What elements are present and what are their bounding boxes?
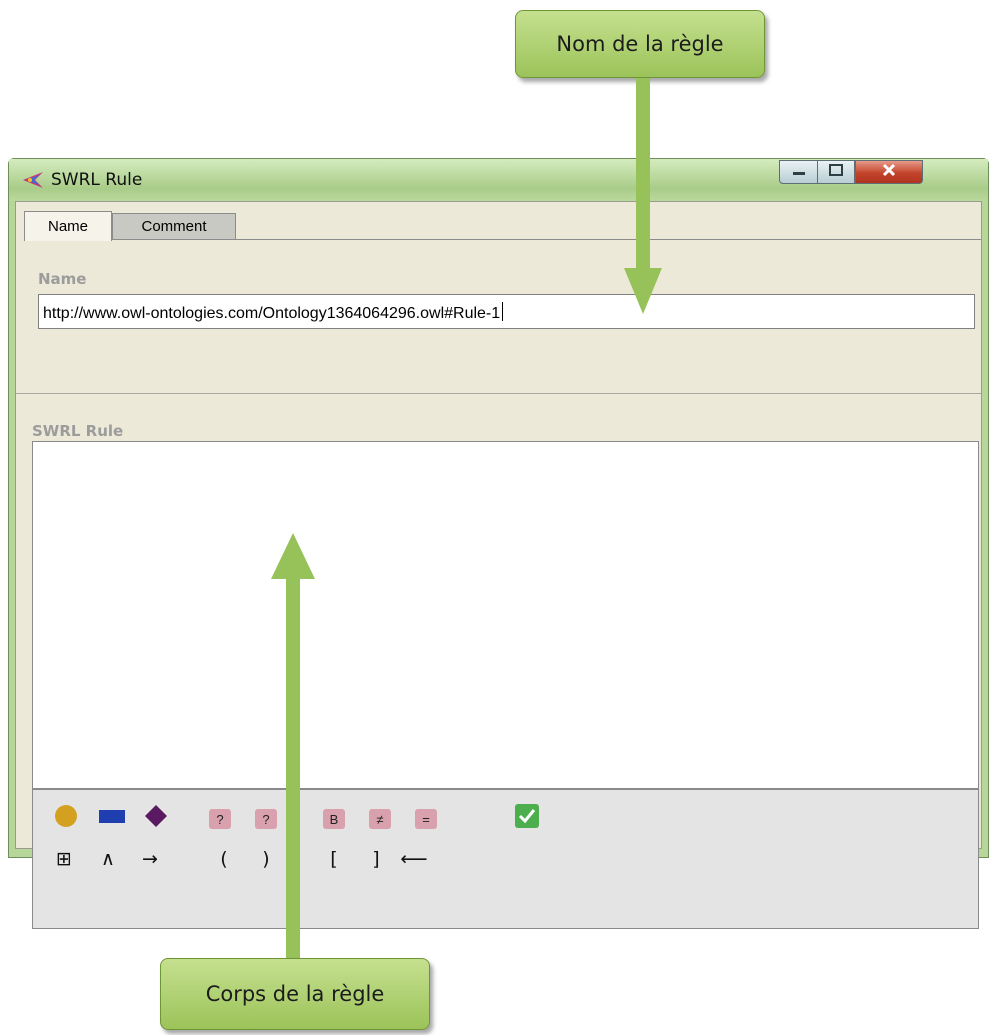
maximize-button[interactable] [817, 160, 855, 184]
open-paren-icon: ( [220, 848, 228, 870]
tab-underline [24, 239, 981, 240]
close-paren-button[interactable]: ) [255, 846, 277, 872]
callout-rule-body-text: Corps de la règle [205, 982, 385, 1006]
and-button[interactable]: ∧ [95, 846, 121, 872]
text-caret [502, 302, 504, 321]
symbol-palette: ? ? B ≠ = ⊞ ∧ → () [] ⟵ [32, 789, 979, 929]
tab-comment[interactable]: Comment [112, 213, 236, 239]
ok-button[interactable] [513, 803, 541, 834]
class-circle-icon [54, 804, 78, 833]
arrow-down-icon [624, 268, 662, 314]
builtin-button[interactable]: B [323, 809, 345, 829]
arrow-shaft-top [636, 78, 650, 270]
implies-icon: → [142, 848, 158, 870]
close-icon [881, 163, 897, 182]
rule-name-value: http://www.owl-ontologies.com/Ontology13… [43, 305, 501, 322]
tab-name[interactable]: Name [24, 211, 112, 241]
callout-rule-body: Corps de la règle [160, 958, 430, 1030]
open-bracket-icon: [ [330, 848, 338, 870]
title-bar[interactable]: SWRL Rule [9, 159, 988, 201]
window-title: SWRL Rule [51, 170, 143, 190]
insert-individual-button[interactable] [141, 804, 171, 833]
open-bracket-button[interactable]: [ [323, 846, 345, 872]
individual-diamond-icon [144, 804, 168, 833]
section-divider [16, 393, 981, 394]
callout-rule-name-text: Nom de la règle [556, 32, 724, 56]
dialog-content: Name Comment Name http://www.owl-ontolog… [15, 201, 982, 929]
maximize-icon [828, 163, 844, 182]
ok-check-icon [514, 803, 540, 834]
swrl-rule-window: SWRL Rule Name Comment Name http://www.o… [8, 158, 989, 929]
rule-name-input[interactable]: http://www.owl-ontologies.com/Ontology13… [38, 294, 975, 329]
and-icon: ∧ [101, 848, 115, 870]
open-paren-button[interactable]: ( [213, 846, 235, 872]
builtin-icon: B [329, 811, 339, 827]
variable-add-icon: ? [262, 811, 270, 827]
swrl-rule-editor[interactable] [32, 441, 979, 789]
close-paren-icon: ) [262, 848, 270, 870]
backspace-button[interactable]: ⟵ [397, 846, 431, 872]
data-range-icon: ⊞ [56, 848, 72, 870]
data-range-button[interactable]: ⊞ [51, 846, 77, 872]
close-bracket-icon: ] [372, 848, 380, 870]
variable-wand-icon: ? [216, 811, 224, 827]
different-from-button[interactable]: ≠ [369, 809, 391, 829]
same-as-button[interactable]: = [415, 809, 437, 829]
same-as-icon: = [422, 811, 430, 827]
implies-button[interactable]: → [137, 846, 163, 872]
property-rectangle-icon [99, 804, 125, 833]
close-bracket-button[interactable]: ] [365, 846, 387, 872]
variable-wand-button[interactable]: ? [209, 809, 231, 829]
minimize-button[interactable] [779, 160, 817, 184]
name-label: Name [38, 270, 87, 288]
callout-rule-name: Nom de la règle [515, 10, 765, 78]
insert-property-button[interactable] [97, 806, 127, 830]
close-button[interactable] [855, 160, 923, 184]
different-from-icon: ≠ [376, 811, 384, 827]
backspace-icon: ⟵ [400, 848, 428, 870]
minimize-icon [791, 163, 807, 181]
protege-logo-icon [21, 170, 45, 190]
variable-add-button[interactable]: ? [255, 809, 277, 829]
arrow-up-icon [271, 533, 315, 579]
swrl-rule-label: SWRL Rule [32, 422, 124, 440]
insert-class-button[interactable] [51, 804, 81, 833]
arrow-shaft-bottom [286, 576, 300, 960]
